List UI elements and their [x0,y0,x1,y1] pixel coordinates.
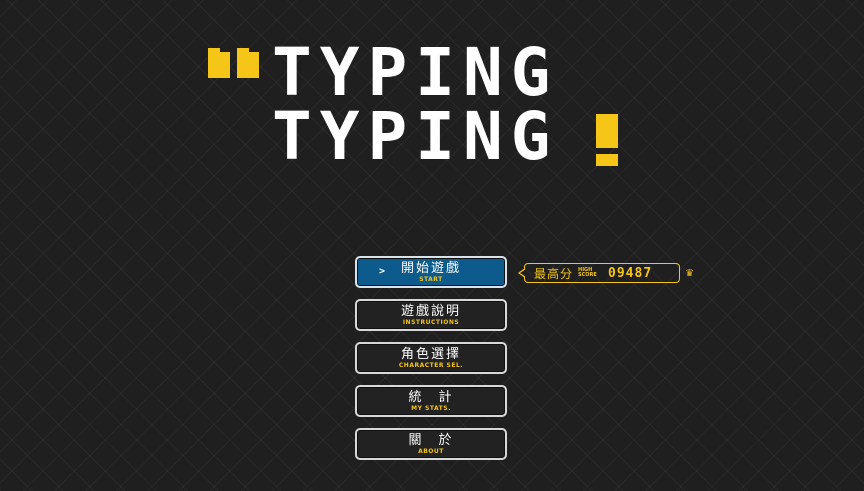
start-game-sublabel: START [419,276,443,283]
character-select-label: 角色選擇 [400,347,461,362]
character-select-sublabel: CHARACTER SEL. [398,362,464,369]
high-score-label: 最高分 [534,266,574,281]
stats-label: 統 計 [408,390,454,405]
game-logo: TYPING TYPING [0,0,864,200]
high-score-value: 09487 [608,265,653,281]
selection-cursor-icon: > [379,266,386,277]
high-score-badge: 最高分 HIGH SCORE 09487 [518,263,680,283]
about-label: 關 於 [408,433,454,448]
about-button[interactable]: 關 於 ABOUT [355,428,507,460]
high-score-sublabel: HIGH SCORE [578,267,597,278]
exclamation-icon [596,114,618,166]
crown-icon: ♛ [686,265,694,279]
stats-sublabel: MY STATS. [411,405,451,412]
about-sublabel: ABOUT [418,448,444,455]
instructions-sublabel: INSTRUCTIONS [402,319,460,326]
start-game-button[interactable]: > 開始遊戲 START [355,256,507,288]
instructions-label: 遊戲說明 [400,304,461,319]
stats-button[interactable]: 統 計 MY STATS. [355,385,507,417]
character-select-button[interactable]: 角色選擇 CHARACTER SEL. [355,342,507,374]
instructions-button[interactable]: 遊戲說明 INSTRUCTIONS [355,299,507,331]
